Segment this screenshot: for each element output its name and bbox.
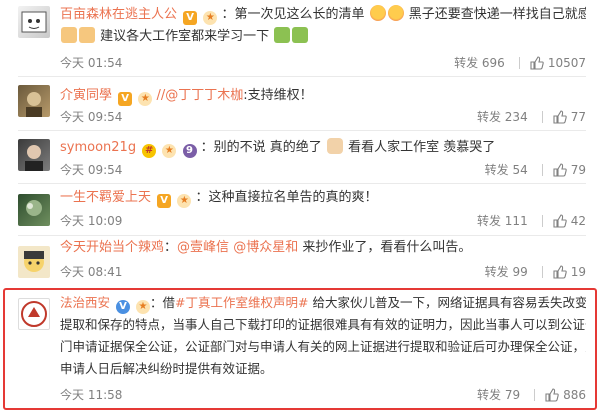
- mention-link[interactable]: @壹峰信: [177, 240, 229, 255]
- avatar[interactable]: [18, 85, 50, 117]
- comment-text: 提取和保存的特点，当事人自己下载打印的证据很难具有有效的证明力，因此当事人可以到…: [60, 317, 586, 332]
- comment-text: 给大家伙儿普及一下，网络证据具有容易丢失改变、不易: [312, 295, 586, 310]
- comment-text: 来抄作业了，看看什么叫告。: [302, 240, 472, 255]
- comment-text: 看看人家工作室 羡慕哭了: [348, 140, 496, 155]
- like-button[interactable]: 79: [553, 163, 586, 177]
- like-count: 886: [563, 387, 586, 402]
- repost-button[interactable]: 转发 54: [485, 161, 528, 178]
- like-count: 77: [570, 109, 586, 124]
- pray-emoji-icon: [326, 138, 343, 154]
- thumbs-up-icon: [553, 162, 567, 177]
- username-link[interactable]: 百亩森林在逃主人公: [60, 7, 177, 22]
- divider: [18, 130, 586, 131]
- comment-time: 今天 10:09: [60, 214, 123, 228]
- username-link[interactable]: 一生不羁爱上天: [60, 190, 151, 205]
- divider: [541, 163, 543, 176]
- gift-emoji-icon: [292, 27, 309, 43]
- comment-text: ：借: [149, 295, 175, 310]
- comment-time: 今天 11:58: [60, 388, 123, 402]
- thumbs-up-icon: [553, 213, 567, 228]
- like-button[interactable]: 10507: [530, 56, 586, 70]
- avatar[interactable]: [18, 298, 50, 330]
- divider: [534, 388, 536, 401]
- thumbs-up-icon: [545, 387, 559, 402]
- avatar[interactable]: [18, 139, 50, 171]
- vip-badge-icon: #: [142, 144, 157, 158]
- member-badge-icon: 9: [182, 144, 197, 158]
- verified-badge-icon: V: [183, 11, 198, 25]
- comment-text: ：第一次见这么长的清单: [221, 7, 365, 22]
- divider: [541, 214, 543, 227]
- verified-badge-icon: V: [157, 194, 172, 208]
- comment-text: :支持维权！: [243, 88, 313, 103]
- repost-button[interactable]: 转发 99: [485, 263, 528, 280]
- mention-link[interactable]: @博众星和: [233, 240, 298, 255]
- comment-list: 百亩森林在逃主人公 V ★ ：第一次见这么长的清单 黑子还要查快递一样找自己就感…: [0, 0, 600, 412]
- verified-badge-icon: V: [116, 300, 130, 314]
- kiss-emoji-icon: [369, 5, 386, 21]
- like-button[interactable]: 77: [553, 110, 586, 124]
- thumbs-up-icon: [530, 55, 544, 70]
- thumbs-up-emoji-icon: [61, 27, 77, 43]
- comment-text: 建议各大工作室都来学习一下: [100, 29, 270, 44]
- comment-time: 今天 09:54: [60, 110, 123, 124]
- repost-button[interactable]: 转发 234: [477, 108, 528, 125]
- comment-time: 今天 01:54: [60, 56, 123, 70]
- username-link[interactable]: 今天开始当个辣鸡: [60, 240, 164, 255]
- username-link[interactable]: 法治西安: [60, 295, 110, 310]
- colon-separator: ：: [164, 240, 178, 255]
- avatar[interactable]: [18, 246, 50, 278]
- divider: [18, 235, 586, 236]
- gift-emoji-icon: [274, 27, 291, 43]
- divider: [541, 265, 543, 278]
- comment-text: 黑子还要查快递一样找自己就感觉搞笑: [408, 7, 586, 22]
- fan-badge-icon: ★: [162, 144, 177, 158]
- repost-button[interactable]: 转发 79: [477, 386, 520, 403]
- like-count: 42: [570, 213, 586, 228]
- divider: [18, 76, 586, 77]
- avatar[interactable]: [18, 6, 50, 38]
- comment-time: 今天 09:54: [60, 163, 123, 177]
- thumbs-up-icon: [553, 264, 567, 279]
- comment-text: ：这种直接拉名单告的真的爽！: [195, 190, 378, 205]
- avatar[interactable]: [18, 194, 50, 226]
- comment-text: 申请人日后解决纠纷时提供有效证据。: [60, 361, 273, 376]
- repost-button[interactable]: 转发 111: [477, 212, 528, 229]
- comment-text: 门申请证据保全公证，公证部门对与申请人有关的网上证据进行提取和验证后可办理保全公…: [60, 339, 586, 354]
- like-count: 10507: [547, 55, 586, 70]
- divider: [18, 183, 586, 184]
- repost-button[interactable]: 转发 696: [454, 54, 505, 71]
- comment-time: 今天 08:41: [60, 265, 123, 279]
- thumbs-up-icon: [553, 109, 567, 124]
- fan-badge-icon: ★: [177, 194, 192, 208]
- fan-badge-icon: ★: [138, 92, 153, 106]
- like-count: 79: [570, 162, 586, 177]
- divider: [518, 56, 520, 69]
- comment-text: ：别的不说 真的绝了: [200, 140, 322, 155]
- username-link[interactable]: symoon21g: [60, 140, 136, 155]
- mention-link[interactable]: //@丁丁丁木枷: [156, 88, 243, 103]
- like-button[interactable]: 42: [553, 214, 586, 228]
- like-button[interactable]: 19: [553, 265, 586, 279]
- hashtag-link[interactable]: #丁真工作室维权声明#: [175, 295, 308, 310]
- username-link[interactable]: 介寅同學: [60, 88, 112, 103]
- like-button[interactable]: 886: [545, 388, 586, 402]
- fan-badge-icon: ★: [203, 11, 218, 25]
- kiss-emoji-icon: [387, 5, 404, 21]
- thumbs-up-emoji-icon: [79, 27, 95, 43]
- fan-badge-icon: ★: [135, 300, 150, 314]
- divider: [541, 110, 543, 123]
- like-count: 19: [570, 264, 586, 279]
- verified-badge-icon: V: [118, 92, 133, 106]
